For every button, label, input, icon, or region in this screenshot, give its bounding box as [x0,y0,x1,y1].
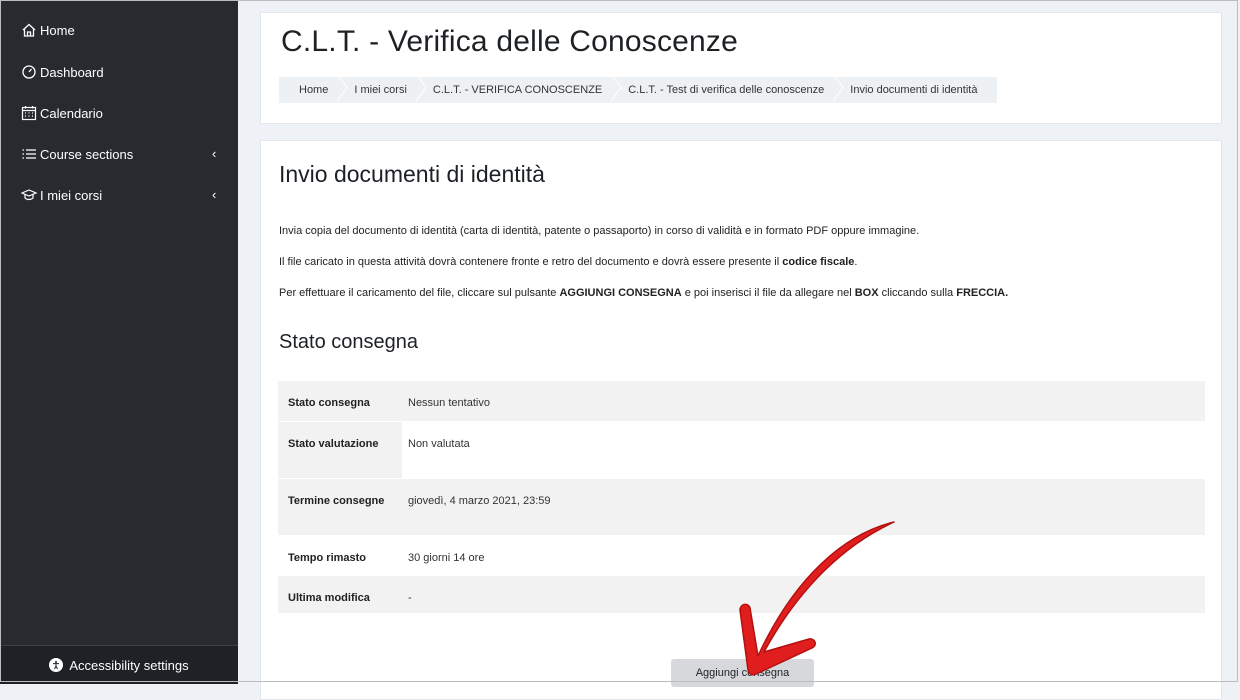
window-border [0,0,1238,682]
